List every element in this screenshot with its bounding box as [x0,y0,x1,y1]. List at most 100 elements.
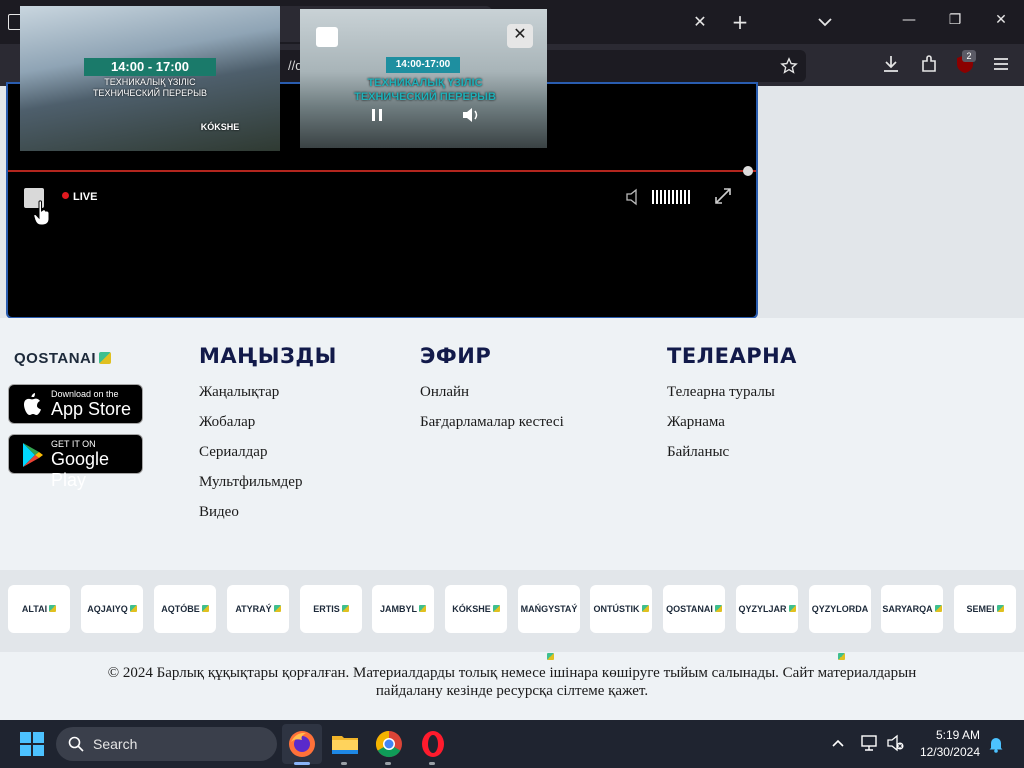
footer-logo[interactable]: QOSTANAI [14,350,112,367]
network-icon[interactable] [860,734,880,752]
progress-handle[interactable] [743,166,753,176]
pip-line-2: ТЕХНИЧЕСКИЙ ПЕРЕРЫВ [92,88,208,98]
search-placeholder: Search [93,736,138,752]
channel-name: SEMEI [966,604,995,614]
chevron-up-icon[interactable] [830,736,846,752]
opera-icon[interactable] [417,728,449,760]
footer-link-series[interactable]: Сериалдар [199,444,267,461]
footer-link-about[interactable]: Телеарна туралы [667,384,775,401]
bookmark-star-icon[interactable] [780,57,798,75]
volume-slider[interactable] [652,190,692,204]
notification-bell-icon[interactable] [988,735,1004,753]
channel-name: ERTIS [313,604,340,614]
active-app-indicator [294,762,310,765]
windows-start-icon[interactable] [20,732,44,756]
google-play-small-text: GET IT ON [51,439,96,449]
live-dot-icon [62,192,69,199]
channel-logo-aqjaiyq[interactable]: AQJAIYQ [81,585,143,633]
chrome-icon[interactable] [373,728,405,760]
channel-logo-semei[interactable]: SEMEI [954,585,1016,633]
pause-icon[interactable] [372,109,382,121]
logo-mark-icon [201,605,209,612]
taskbar-search[interactable]: Search [56,727,277,761]
pip-brand: KÓKSHE [200,122,240,132]
channel-name: SARYARQA [882,604,933,614]
channel-name: QYZYLJAR [738,604,787,614]
channel-logo-atyrau[interactable]: ATYRAÝ [227,585,289,633]
chevron-down-icon[interactable] [815,12,835,32]
channel-name: ONTÚSTIK [593,604,640,614]
pip-time-banner: 14:00 - 17:00 [84,58,216,76]
channel-logo-altai[interactable]: ALTAI [8,585,70,633]
file-explorer-icon[interactable] [329,728,361,760]
channel-name: QYZYLORDA [811,604,869,614]
volume-icon[interactable] [625,188,641,206]
channel-name: ALTAI [21,604,48,614]
pip-line-1: ТЕХНИКАЛЫҚ ҮЗІЛІС [104,77,196,87]
close-pip-icon[interactable]: ✕ [507,24,533,48]
channel-logo-kokshe[interactable]: KÓKSHE [445,585,507,633]
pip-line-2: ТЕХНИЧЕСКИЙ ПЕРЕРЫВ [354,91,496,103]
channel-name: KÓKSHE [452,604,491,614]
app-store-button[interactable]: Download on the App Store [8,384,143,424]
google-play-button[interactable]: GET IT ON Google Play [8,434,143,490]
footer-link-cartoons[interactable]: Мультфильмдер [199,474,302,491]
new-tab-button[interactable]: + [729,11,751,33]
channel-logo-qyzyljar[interactable]: QYZYLJAR [736,585,798,633]
channel-logo-ontustik[interactable]: ONTÚSTIK [590,585,652,633]
channel-logo-qyzylorda[interactable]: QYZYLORDA [809,585,871,660]
channel-logo-aqtobe[interactable]: AQTÓBE [154,585,216,633]
channel-logo-jambyl[interactable]: JAMBYL [372,585,434,633]
close-window-button[interactable]: ✕ [990,12,1012,34]
logo-mark-icon [934,605,942,612]
app-store-big-text: App Store [51,399,132,419]
progress-bar[interactable] [8,170,756,172]
menu-icon[interactable] [990,53,1012,75]
channel-logo-mangystau[interactable]: MAŃGYSTAÝ [518,585,580,660]
live-indicator: LIVE [62,191,97,203]
pip-thumbnail-kokshe[interactable]: 14:00 - 17:00 ТЕХНИКАЛЫҚ ҮЗІЛІС ТЕХНИЧЕС… [20,6,280,151]
footer-link-news[interactable]: Жаңалықтар [199,384,279,401]
footer-link-schedule[interactable]: Бағдарламалар кестесі [420,414,564,431]
copyright-line-2: пайдалану кезінде ресурсқа сілтеме қажет… [375,683,649,699]
speaker-muted-icon[interactable] [886,734,906,752]
download-icon[interactable] [880,53,902,75]
footer-link-video[interactable]: Видео [199,504,239,521]
logo-mark-icon [99,352,112,364]
live-label: LIVE [73,191,98,203]
logo-mark-icon [492,605,500,612]
footer-link-online[interactable]: Онлайн [420,384,469,401]
extensions-icon[interactable] [918,53,940,75]
pip-thumbnail-hover[interactable]: ✕ 14:00-17:00 ТЕХНИКАЛЫҚ ҮЗІЛІС ТЕХНИЧЕС… [300,9,547,148]
footer-link-projects[interactable]: Жобалар [199,414,255,431]
channel-logo-saryarqa[interactable]: SARYARQA [881,585,943,633]
google-play-big-text: Google Play [51,449,110,490]
copyright-notice: © 2024 Барлық құқықтары қорғалған. Матер… [0,664,1024,700]
footer-heading-channel: ТЕЛЕАРНА [667,344,797,368]
close-tab-icon[interactable]: ✕ [690,12,710,32]
clock-date[interactable]: 12/30/2024 [904,745,980,759]
logo-mark-icon [341,605,349,612]
clock-time[interactable]: 5:19 AM [914,728,980,742]
footer-link-contact[interactable]: Байланыс [667,444,729,461]
google-play-icon [23,443,43,467]
restore-button[interactable]: ❐ [944,12,966,34]
copyright-line-1: © 2024 Барлық құқықтары қорғалған. Матер… [107,665,917,681]
app-running-indicator [429,762,435,765]
fullscreen-icon[interactable] [714,187,732,205]
app-store-small-text: Download on the [51,389,119,399]
footer-link-advertising[interactable]: Жарнама [667,414,725,431]
logo-mark-icon [419,605,426,612]
pip-line-1: ТЕХНИКАЛЫҚ ҮЗІЛІС [367,77,483,89]
pip-exit-icon[interactable] [316,27,338,47]
channel-logo-qostanai[interactable]: QOSTANAI [663,585,725,633]
logo-mark-icon [273,605,281,612]
volume-icon[interactable] [462,107,480,123]
minimize-button[interactable]: — [898,12,920,34]
channel-logo-ertis[interactable]: ERTIS [300,585,362,633]
logo-mark-icon [837,653,845,660]
firefox-icon[interactable] [286,728,318,760]
channel-name: JAMBYL [379,604,417,614]
logo-mark-icon [49,605,57,612]
footer-heading-broadcast: ЭФИР [420,344,492,368]
